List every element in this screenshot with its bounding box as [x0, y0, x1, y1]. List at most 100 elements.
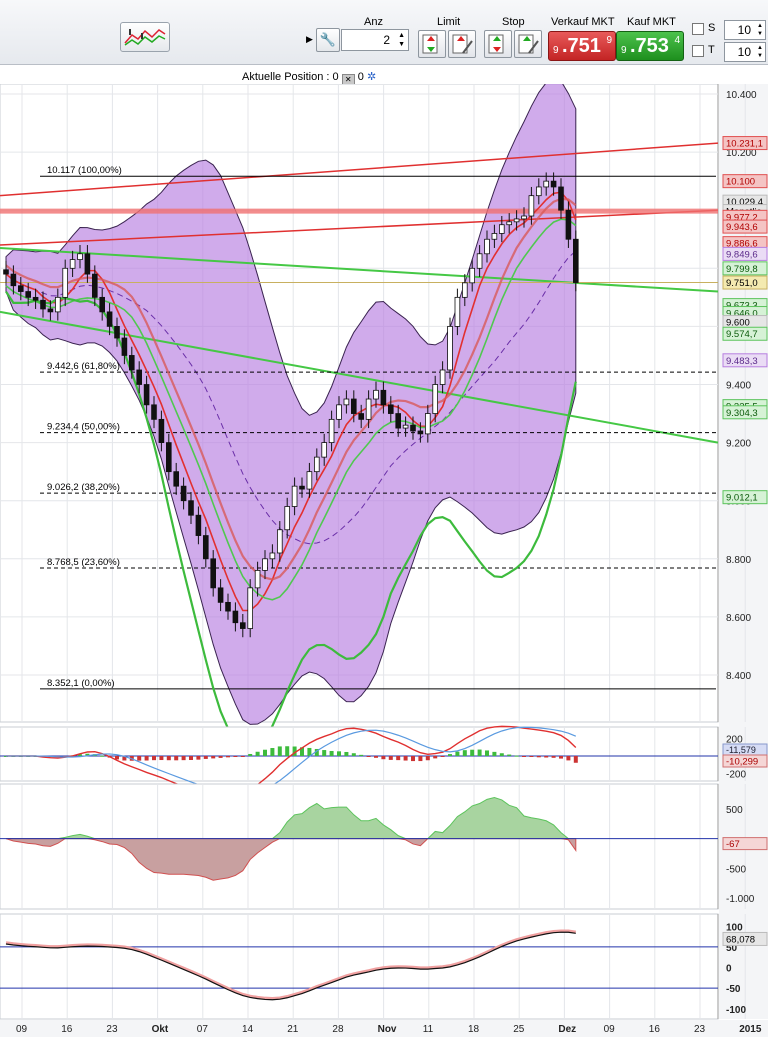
buy-price-main: .753 [630, 35, 669, 57]
x-tick-label: 16 [649, 1024, 661, 1035]
candle-body [513, 218, 520, 223]
sell-price-prefix: 9 [553, 45, 559, 56]
s-checkbox[interactable] [692, 23, 704, 35]
candle-body [402, 424, 409, 429]
x-tick-label: 11 [423, 1024, 434, 1035]
momentum-tick: 500 [726, 805, 743, 816]
buy-market-button[interactable]: 9 .753 4 [616, 31, 684, 61]
wrench-icon[interactable]: 🔧 [316, 28, 340, 52]
t-spin-icon[interactable]: ▲ ▼ [757, 44, 763, 60]
macd-hist-bar [277, 746, 282, 756]
macd-hist-bar [418, 756, 423, 762]
settings-icon[interactable]: ✲ [367, 71, 376, 83]
candle-body [143, 384, 150, 406]
candle-body [269, 552, 276, 560]
candle-body [498, 224, 505, 234]
macd-hist-bar [477, 749, 482, 756]
macd-hist-bar [226, 756, 230, 758]
candle-body [151, 404, 157, 420]
candle-body [528, 195, 535, 217]
candle-body [40, 299, 46, 310]
expand-arrow-icon[interactable]: ▶ [306, 34, 313, 45]
macd-hist-bar [248, 753, 253, 756]
candle-body [476, 253, 483, 269]
macd-hist-bar [507, 754, 512, 756]
candle-body [195, 514, 202, 536]
macd-hist-bar [359, 754, 364, 756]
buy-label: Kauf MKT [627, 16, 676, 28]
candle-body [410, 424, 416, 432]
fib-label: 9.026,2 (38,20%) [47, 482, 120, 493]
stop-label: Stop [502, 16, 525, 28]
price-tag: 9.304,3 [726, 408, 758, 419]
candle-body [55, 296, 61, 313]
stoch-tick: -100 [726, 1005, 746, 1016]
candle-body [276, 529, 283, 554]
price-tag: 9.849,6 [726, 249, 758, 260]
stoch-tick: -50 [726, 984, 741, 995]
candle-body [225, 601, 231, 612]
s-input[interactable]: 10 ▲ ▼ [724, 20, 766, 40]
t-input[interactable]: 10 ▲ ▼ [724, 42, 766, 62]
macd-hist-bar [166, 756, 171, 761]
x-tick-label: 28 [332, 1024, 344, 1035]
fib-label: 10.117 (100,00%) [47, 165, 122, 176]
macd-hist-bar [152, 756, 156, 761]
candle-body [239, 622, 246, 629]
trading-toolbar: Anz Limit Stop Verkauf MKT Kauf MKT ▶ 🔧 … [0, 0, 768, 65]
limit-buy-button[interactable] [418, 30, 446, 58]
anz-label: Anz [364, 16, 383, 28]
sell-market-button[interactable]: 9 .751 9 [548, 31, 616, 61]
limit-sell-button[interactable] [448, 30, 476, 58]
s-spin-icon[interactable]: ▲ ▼ [757, 22, 763, 38]
candle-body [3, 269, 9, 275]
macd-hist-bar [566, 756, 571, 761]
candle-body [565, 209, 572, 240]
candle-body [188, 500, 194, 516]
candle-body [380, 389, 387, 406]
candle-body [299, 485, 305, 490]
candle-body [232, 610, 239, 624]
quantity-stepper[interactable]: 2 ▲ ▼ [341, 29, 409, 51]
candle-body [291, 485, 298, 507]
candle-body [543, 180, 549, 188]
x-tick-label: 07 [197, 1024, 209, 1035]
candle-body [343, 398, 350, 406]
macd-hist-bar [240, 756, 245, 757]
candle-body [439, 369, 446, 385]
t-value[interactable]: 10 [738, 45, 751, 59]
candle-body [128, 355, 135, 371]
macd-hist-bar [181, 756, 186, 761]
candle-body [536, 186, 542, 197]
candle-body [424, 413, 431, 435]
candle-body [550, 180, 557, 188]
macd-hist-bar [174, 756, 179, 761]
fib-label: 8.768,5 (23,60%) [47, 557, 120, 568]
candle-body [10, 273, 17, 287]
candle-body [387, 404, 394, 414]
macd-hist-bar [425, 756, 430, 761]
candle-body [217, 587, 224, 603]
chart-area[interactable]: 10.40010.20010.0009.8009.6009.4009.2009.… [0, 84, 768, 1037]
price-tag: 9.012,1 [726, 493, 758, 504]
candle-body [165, 442, 172, 473]
x-tick-label: 09 [604, 1024, 616, 1035]
candle-body [99, 296, 106, 313]
price-tag: 9.574,7 [726, 329, 758, 340]
limit-label: Limit [437, 16, 461, 28]
macd-hist-bar [551, 756, 556, 758]
spin-arrows-icon[interactable]: ▲ ▼ [398, 31, 405, 49]
quantity-value[interactable]: 2 [383, 33, 390, 47]
macd-hist-bar [144, 756, 149, 761]
fib-label: 9.234,4 (50,00%) [47, 422, 120, 433]
chart-icon[interactable] [120, 22, 170, 52]
buy-price-sup: 4 [674, 35, 680, 46]
macd-hist-bar [536, 756, 541, 758]
stop-sell-button[interactable] [514, 30, 542, 58]
candle-body [114, 325, 120, 339]
s-value[interactable]: 10 [738, 23, 751, 37]
sell-price-main: .751 [562, 35, 601, 57]
stop-buy-button[interactable] [484, 30, 512, 58]
t-checkbox[interactable] [692, 45, 704, 57]
x-tick-label: 21 [287, 1024, 299, 1035]
